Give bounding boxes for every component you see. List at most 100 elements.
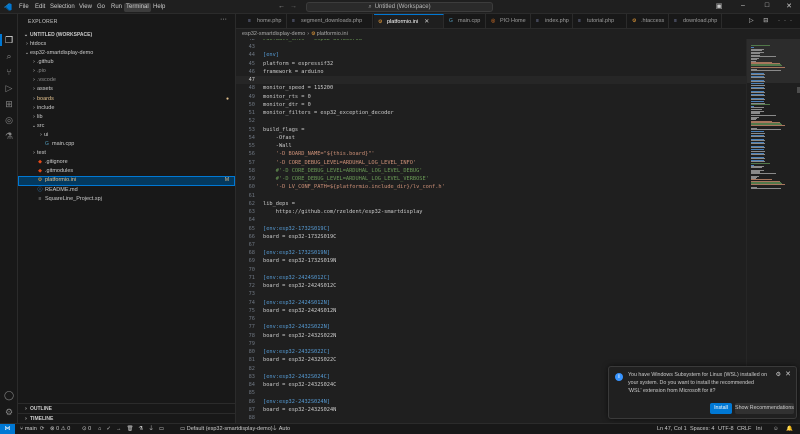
menu-run[interactable]: Run	[109, 3, 124, 12]
check-icon[interactable]: ✓	[106, 426, 116, 432]
menu-terminal[interactable]: Terminal	[124, 3, 151, 12]
menu-help[interactable]: Help	[151, 3, 167, 12]
tab-platformio-ini[interactable]: ⚙ platformio.ini ✕	[374, 14, 444, 28]
folder-item[interactable]: › .pio	[18, 67, 235, 76]
tab-label: download.php	[683, 18, 718, 24]
gear-file-icon: ⚙	[311, 31, 316, 37]
menu-edit[interactable]: Edit	[33, 3, 47, 12]
line-number: 44	[248, 52, 255, 59]
account-icon[interactable]: ◯	[3, 389, 15, 401]
close-window-icon[interactable]: ✕	[782, 2, 796, 10]
folder-item[interactable]: ⌄esp32-smartdisplay-demo	[18, 49, 235, 58]
file-item[interactable]: ◆ .gitignore	[18, 158, 235, 167]
source-control-icon[interactable]: ⑂	[3, 66, 15, 78]
arrow-right-icon[interactable]: →	[290, 3, 297, 10]
language-mode[interactable]: Ini	[756, 424, 762, 434]
branch-status[interactable]: ⑂ main ⟳	[20, 424, 44, 434]
breadcrumb-folder[interactable]: esp32-smartdisplay-demo	[242, 31, 305, 37]
code-text: [env:esp32-2424S012C]	[263, 274, 330, 281]
auto-label: Auto	[278, 426, 291, 432]
menu-selection[interactable]: Selection	[48, 3, 77, 12]
folder-item[interactable]: › .vscode	[18, 76, 235, 85]
menu-view[interactable]: View	[77, 3, 94, 12]
ports-status[interactable]: ⊙ 0	[82, 424, 91, 434]
minimap-line	[751, 84, 765, 86]
file-type-icon: ⓘ	[37, 186, 43, 193]
upload-arrow-icon[interactable]: →	[116, 426, 127, 432]
search-icon[interactable]: ⌕	[3, 50, 15, 62]
terminal-icon[interactable]: ▭	[159, 426, 169, 432]
file-item[interactable]: ⓘ README.md	[18, 186, 235, 195]
tab-main-cpp[interactable]: Gmain.cpp	[445, 14, 486, 28]
tab-tutorial-php[interactable]: ≡ tutorial.php	[574, 14, 627, 28]
line-number: 75	[248, 307, 255, 314]
install-button[interactable]: Install	[710, 403, 732, 414]
file-item[interactable]: Gmain.cpp	[18, 140, 235, 149]
tree-item-label: ui	[44, 131, 49, 138]
platformio-icon[interactable]: ◎	[3, 114, 15, 126]
pio-env-status[interactable]: ▭ Default (esp32-smartdisplay-demo)	[180, 424, 273, 434]
line-ending[interactable]: CRLF	[737, 424, 751, 434]
sync-icon: ⟳	[39, 426, 45, 432]
folder-item[interactable]: › .github	[18, 58, 235, 67]
file-item[interactable]: ⚙ platformio.ini M	[18, 176, 235, 186]
close-icon[interactable]: ✕	[785, 370, 791, 378]
code-text: board = esp32-2432S022N	[263, 332, 337, 339]
line-number: 77	[248, 324, 255, 331]
menu-go[interactable]: Go	[95, 3, 107, 12]
editor-actions[interactable]: ▷ ⊟ ···	[749, 17, 796, 24]
manage-gear-icon[interactable]: ⚙	[3, 406, 15, 418]
code-text: #default_envs = esp32-8048S070N	[263, 39, 362, 42]
gear-icon[interactable]: ⚙	[776, 371, 781, 378]
php-file-icon: ≡	[578, 18, 581, 24]
platformio-toolbar[interactable]: ⌂✓→🗑⚗⏚▭	[98, 424, 169, 434]
command-center-search[interactable]: ⌕ Untitled (Workspace)	[306, 2, 493, 12]
tab-download-php[interactable]: ≡ download.php	[670, 14, 722, 28]
run-debug-icon[interactable]: ▷	[3, 82, 15, 94]
feedback-icon[interactable]: ☺	[773, 424, 779, 434]
tab-pio-home[interactable]: ◎ PIO Home	[487, 14, 531, 28]
arrow-left-icon[interactable]: ←	[278, 3, 285, 10]
problems-status[interactable]: ⊗ 0 ⚠ 0	[50, 424, 70, 434]
bell-icon[interactable]: 🔔	[786, 424, 793, 434]
close-tab-icon[interactable]: ✕	[424, 15, 429, 28]
indentation[interactable]: Spaces: 4	[690, 424, 714, 434]
folder-item[interactable]: ⌄src	[18, 122, 235, 131]
show-recommendations-button[interactable]: Show Recommendations	[735, 403, 794, 414]
tab-home-php[interactable]: ≡ home.php	[244, 14, 287, 28]
timeline-section[interactable]: › TIMELINE	[18, 413, 235, 423]
folder-item[interactable]: › boards ●	[18, 95, 235, 104]
folder-item[interactable]: › ui	[18, 131, 235, 140]
tab-htaccess[interactable]: ⚙ .htaccess	[628, 14, 669, 28]
minimize-icon[interactable]: –	[736, 2, 750, 9]
code-text: -Wall	[263, 143, 292, 150]
tab-segment-downloads-php[interactable]: ≡ segment_downloads.php	[288, 14, 373, 28]
layout-toggle-icon[interactable]: ▣	[712, 2, 726, 10]
more-actions-icon[interactable]: ···	[220, 16, 227, 23]
maximize-icon[interactable]: □	[760, 2, 774, 9]
outline-section[interactable]: › OUTLINE	[18, 403, 235, 413]
flask-icon[interactable]: ⚗	[138, 426, 148, 432]
auto-status[interactable]: ⏚ Auto	[272, 424, 290, 434]
workspace-header[interactable]: ⌄ UNTITLED (WORKSPACE)	[18, 31, 235, 40]
line-number: 69	[248, 258, 255, 265]
folder-item[interactable]: › assets	[18, 85, 235, 94]
code-line: 79	[236, 340, 746, 348]
trash-icon[interactable]: 🗑	[126, 426, 138, 432]
tab-index-php[interactable]: ≡ index.php	[532, 14, 573, 28]
breadcrumb-file[interactable]: platformio.ini	[317, 31, 348, 37]
remote-indicator-icon[interactable]: ⋈	[0, 424, 15, 434]
explorer-icon[interactable]: ❐	[3, 34, 15, 46]
file-item[interactable]: ◆ .gitmodules	[18, 167, 235, 176]
folder-item[interactable]: › htdocs	[18, 40, 235, 49]
encoding[interactable]: UTF-8	[718, 424, 734, 434]
file-item[interactable]: ≡ SquareLine_Project.spj	[18, 195, 235, 204]
extensions-icon[interactable]: ⊞	[3, 98, 15, 110]
folder-item[interactable]: › test	[18, 149, 235, 158]
cursor-position[interactable]: Ln 47, Col 1	[657, 424, 687, 434]
test-icon[interactable]: ⚗	[3, 130, 15, 142]
folder-item[interactable]: › lib	[18, 113, 235, 122]
plug-icon[interactable]: ⏚	[148, 426, 159, 432]
menu-file[interactable]: File	[17, 3, 31, 12]
folder-item[interactable]: › include	[18, 104, 235, 113]
